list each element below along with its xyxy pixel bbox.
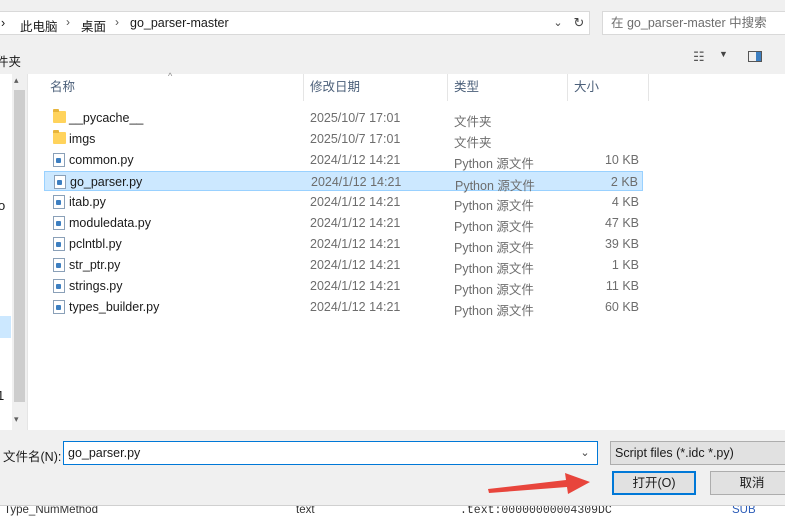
file-name: strings.py [69, 279, 123, 293]
background-window: Type_NumMethod text .text:00000000004309… [0, 505, 785, 519]
file-row[interactable]: common.py 2024/1/12 14:21 Python 源文件 10 KB [44, 150, 643, 171]
file-type: 文件夹 [454, 115, 492, 129]
file-type-value: Script files (*.idc *.py) [615, 446, 734, 460]
address-bar[interactable]: › 此电脑 › 桌面 › go_parser-master ⌄ ↻ [0, 11, 590, 35]
folder-icon [53, 130, 66, 144]
file-name: pclntbl.py [69, 237, 122, 251]
filename-field[interactable] [63, 441, 598, 465]
file-type: Python 源文件 [454, 262, 534, 276]
filename-input[interactable] [68, 443, 568, 463]
chevron-down-icon[interactable]: ⌄ [576, 444, 594, 462]
file-date: 2025/10/7 17:01 [310, 111, 401, 125]
scroll-up-icon[interactable]: ▴ [14, 75, 19, 86]
file-name: imgs [69, 132, 96, 146]
file-row[interactable]: itab.py 2024/1/12 14:21 Python 源文件 4 KB [44, 192, 643, 213]
file-type: Python 源文件 [454, 220, 534, 234]
breadcrumb-desktop[interactable]: 桌面 [81, 16, 106, 35]
nav-item-fragment[interactable]: o [0, 198, 5, 213]
file-date: 2024/1/12 14:21 [310, 279, 401, 293]
file-name: go_parser.py [70, 175, 143, 189]
file-type-select[interactable]: Script files (*.idc *.py) [610, 441, 785, 465]
file-size: 60 KB [604, 300, 639, 314]
filename-label: 文件名(N): [3, 450, 62, 464]
file-size: 47 KB [604, 216, 639, 230]
file-row[interactable]: go_parser.py 2024/1/12 14:21 Python 源文件 2 K… [44, 171, 643, 193]
column-header-type[interactable]: 类型 [448, 74, 567, 101]
search-box[interactable] [602, 11, 785, 35]
file-size: 4 KB [611, 195, 639, 209]
file-date: 2024/1/12 14:21 [310, 300, 401, 314]
bg-text-far: SUB [732, 505, 756, 516]
breadcrumb-separator-icon: › [1, 16, 6, 30]
cancel-button[interactable]: 取消 [710, 471, 785, 495]
folder-icon [53, 109, 66, 123]
file-date: 2025/10/7 17:01 [310, 132, 401, 146]
file-size: 39 KB [604, 237, 639, 251]
file-type: Python 源文件 [454, 241, 534, 255]
breadcrumb-this-pc[interactable]: 此电脑 [20, 16, 58, 35]
file-name: __pycache__ [69, 111, 144, 125]
scroll-down-icon[interactable]: ▾ [14, 414, 19, 425]
file-row[interactable]: moduledata.py 2024/1/12 14:21 Python 源文件 47… [44, 213, 643, 234]
refresh-icon[interactable]: ↻ [570, 14, 588, 32]
file-type: Python 源文件 [454, 283, 534, 297]
file-date: 2024/1/12 14:21 [310, 153, 401, 167]
file-date: 2024/1/12 14:21 [310, 237, 401, 251]
folder-row[interactable]: __pycache__ 2025/10/7 17:01 文件夹 [44, 108, 643, 129]
chevron-down-icon[interactable]: ⌄ [549, 14, 567, 32]
python-file-icon [53, 216, 65, 230]
file-name: moduledata.py [69, 216, 152, 230]
python-file-icon [53, 153, 65, 167]
toolbar: 件夹 ☷ ▼ [0, 43, 785, 73]
folder-row[interactable]: imgs 2025/10/7 17:01 文件夹 [44, 129, 643, 150]
python-file-icon [53, 258, 65, 272]
file-type: Python 源文件 [454, 199, 534, 213]
bg-text-left: Type_NumMethod [4, 505, 98, 516]
view-options-icon[interactable]: ☷ [693, 49, 705, 65]
file-name: str_ptr.py [69, 258, 121, 272]
breadcrumb-separator-icon[interactable]: › [115, 15, 119, 29]
file-name: itab.py [69, 195, 106, 209]
file-row[interactable]: strings.py 2024/1/12 14:21 Python 源文件 11 KB [44, 276, 643, 297]
file-size: 1 KB [611, 258, 639, 272]
bg-text-address: .text:00000000004309DC [460, 505, 612, 517]
chevron-down-icon[interactable]: ▼ [719, 49, 728, 59]
breadcrumb-separator-icon[interactable]: › [66, 15, 70, 29]
nav-item-fragment[interactable]: 1 [0, 388, 4, 403]
python-file-icon [53, 237, 65, 251]
file-date: 2024/1/12 14:21 [310, 195, 401, 209]
column-header-name[interactable]: 名称 [44, 74, 303, 101]
python-file-icon [53, 195, 65, 209]
file-type: 文件夹 [454, 136, 492, 150]
file-row[interactable]: str_ptr.py 2024/1/12 14:21 Python 源文件 1 KB [44, 255, 643, 276]
python-file-icon [53, 300, 65, 314]
file-date: 2024/1/12 14:21 [310, 216, 401, 230]
open-button[interactable]: 打开(O) [612, 471, 696, 495]
search-input[interactable] [611, 13, 785, 33]
file-type: Python 源文件 [454, 157, 534, 171]
file-row[interactable]: pclntbl.py 2024/1/12 14:21 Python 源文件 39 KB [44, 234, 643, 255]
bg-text-mid: text [296, 505, 315, 516]
file-date: 2024/1/12 14:21 [311, 175, 402, 189]
file-size: 11 KB [605, 279, 639, 293]
file-size: 2 KB [610, 175, 638, 189]
column-header-size[interactable]: 大小 [568, 74, 648, 101]
file-row[interactable]: types_builder.py 2024/1/12 14:21 Python 源文… [44, 297, 643, 318]
red-arrow-annotation [488, 473, 590, 494]
preview-pane-icon[interactable] [748, 51, 762, 62]
file-name: types_builder.py [69, 300, 160, 314]
file-size: 10 KB [604, 153, 639, 167]
file-date: 2024/1/12 14:21 [310, 258, 401, 272]
file-list[interactable]: ^ 名称 修改日期 类型 大小 __pycache__ 2025/10/7 17:… [28, 71, 785, 430]
nav-scrollbar-thumb[interactable] [14, 90, 25, 402]
new-folder-label[interactable]: 件夹 [0, 51, 21, 70]
breadcrumb-current-folder[interactable]: go_parser-master [130, 16, 229, 30]
column-header-date[interactable]: 修改日期 [304, 74, 447, 101]
python-file-icon [53, 279, 65, 293]
nav-selected-item[interactable] [0, 316, 11, 338]
file-name: common.py [69, 153, 134, 167]
file-type: Python 源文件 [454, 304, 534, 318]
python-file-icon [54, 175, 66, 189]
